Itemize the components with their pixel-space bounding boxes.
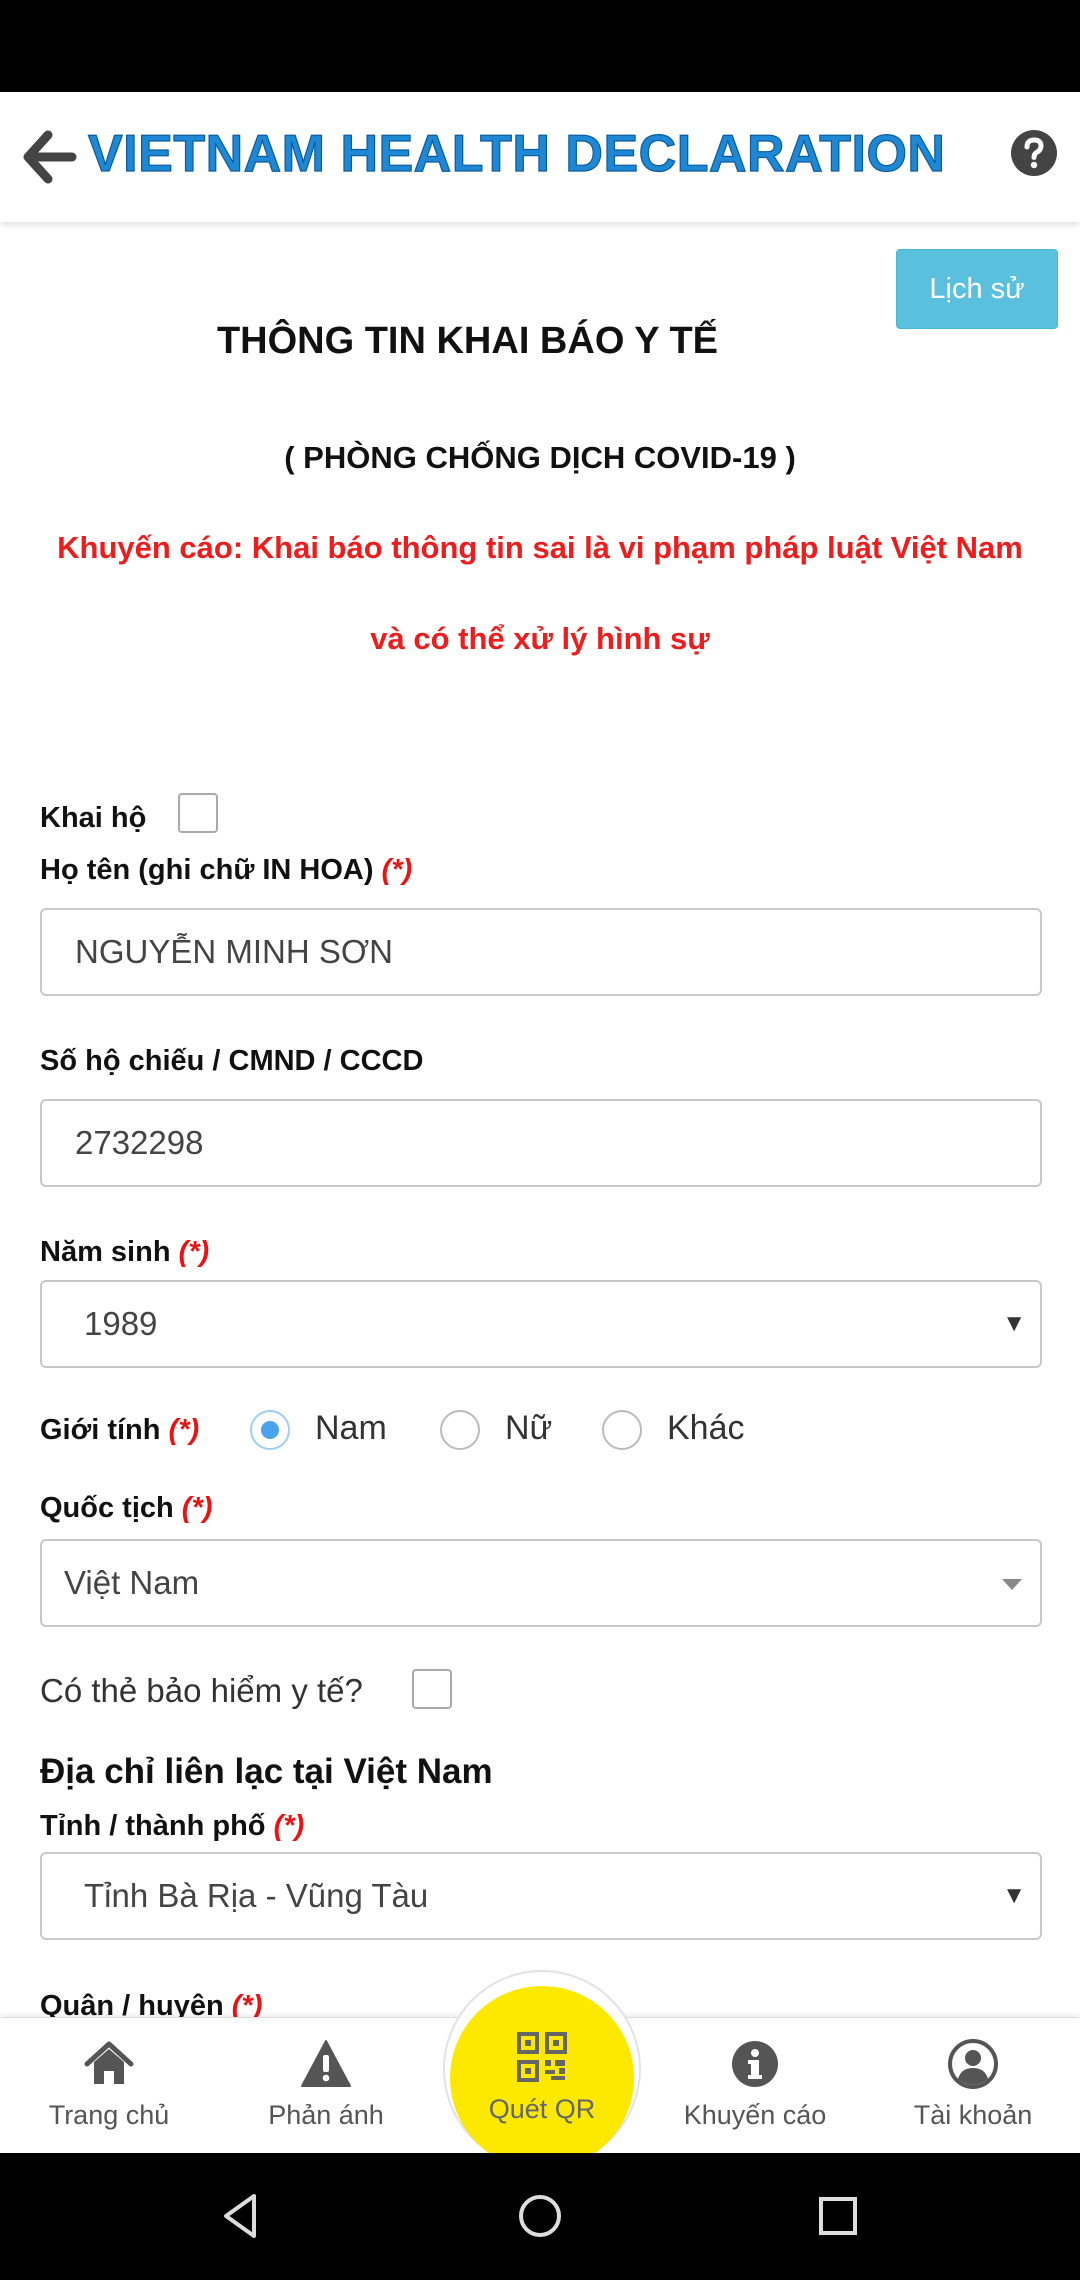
on-behalf-label: Khai hộ [40, 802, 147, 834]
system-home-icon[interactable] [512, 2188, 568, 2244]
district-label: Quận / huyện (*) [40, 1990, 262, 2017]
required-mark: (*) [273, 1810, 305, 1842]
gender-radio-male[interactable] [250, 1410, 290, 1450]
nationality-select[interactable]: Việt Nam [40, 1539, 1042, 1627]
full-name-input[interactable]: NGUYỄN MINH SƠN [40, 908, 1042, 996]
qr-code-icon [517, 2032, 567, 2082]
birth-year-select[interactable]: 1989 ▼ [40, 1280, 1042, 1368]
id-number-value: 2732298 [75, 1124, 204, 1161]
province-label: Tỉnh / thành phố (*) [40, 1810, 305, 1842]
gender-label: Giới tính (*) [40, 1414, 200, 1446]
back-arrow-icon[interactable] [22, 127, 78, 187]
dropdown-caret-icon: ▼ [1002, 1310, 1026, 1337]
gender-radio-group: Giới tính (*) Nam Nữ Khác [40, 1405, 1040, 1455]
gender-option-male[interactable]: Nam [315, 1409, 387, 1448]
required-mark: (*) [168, 1414, 200, 1446]
full-name-value: NGUYỄN MINH SƠN [75, 933, 393, 970]
form-title: THÔNG TIN KHAI BÁO Y TẾ [216, 320, 719, 362]
app-title: VIETNAM HEALTH DECLARATION [87, 124, 946, 183]
insurance-label: Có thẻ bảo hiểm y tế? [40, 1672, 363, 1709]
required-mark: (*) [231, 1990, 263, 2017]
nav-advice[interactable]: Khuyến cáo [655, 2018, 855, 2154]
nav-home-label: Trang chủ [48, 2100, 170, 2130]
required-mark: (*) [381, 854, 413, 886]
warning-line-2: và có thể xử lý hình sự [370, 621, 710, 656]
required-mark: (*) [181, 1492, 213, 1524]
form-content: Lịch sử THÔNG TIN KHAI BÁO Y TẾ ( PHÒNG … [0, 222, 1080, 2017]
province-value: Tỉnh Bà Rịa - Vũng Tàu [84, 1877, 429, 1914]
nationality-value: Việt Nam [64, 1564, 200, 1601]
warning-line-1: Khuyến cáo: Khai báo thông tin sai là vi… [57, 530, 1023, 565]
system-back-icon[interactable] [214, 2188, 270, 2244]
province-select[interactable]: Tỉnh Bà Rịa - Vũng Tàu ▼ [40, 1852, 1042, 1940]
system-navigation-bar [0, 2153, 1080, 2280]
birth-year-label: Năm sinh (*) [40, 1236, 210, 1268]
home-icon [84, 2041, 134, 2084]
id-number-label: Số hộ chiếu / CMND / CCCD [40, 1045, 424, 1077]
form-subtitle: ( PHÒNG CHỐNG DỊCH COVID-19 ) [284, 440, 796, 475]
id-number-input[interactable]: 2732298 [40, 1099, 1042, 1187]
nav-account-label: Tài khoản [913, 2100, 1033, 2130]
app-bar: VIETNAM HEALTH DECLARATION [0, 92, 1080, 222]
nav-home[interactable]: Trang chủ [9, 2018, 209, 2154]
account-icon [948, 2039, 998, 2089]
scan-qr-label: Quét QR [488, 2094, 596, 2124]
gender-option-female[interactable]: Nữ [505, 1409, 552, 1448]
nav-account[interactable]: Tài khoản [873, 2018, 1073, 2154]
dropdown-caret-icon: ▼ [1002, 1882, 1026, 1909]
dropdown-arrow-icon [1002, 1579, 1022, 1590]
history-button[interactable]: Lịch sử [896, 249, 1058, 329]
birth-year-value: 1989 [84, 1305, 158, 1342]
address-heading: Địa chỉ liên lạc tại Việt Nam [40, 1752, 493, 1791]
required-mark: (*) [178, 1236, 210, 1268]
nav-advice-label: Khuyến cáo [683, 2100, 827, 2130]
gender-radio-other[interactable] [602, 1410, 642, 1450]
full-name-label: Họ tên (ghi chữ IN HOA) (*) [40, 854, 413, 886]
nav-feedback[interactable]: Phản ánh [226, 2018, 426, 2154]
scan-qr-button[interactable]: Quét QR [450, 1986, 634, 2170]
warning-triangle-icon [301, 2040, 351, 2087]
info-icon [732, 2041, 778, 2087]
gender-radio-female[interactable] [440, 1410, 480, 1450]
help-icon[interactable] [1010, 129, 1058, 177]
insurance-checkbox[interactable] [412, 1669, 452, 1709]
on-behalf-checkbox[interactable] [178, 793, 218, 833]
gender-option-other[interactable]: Khác [667, 1409, 745, 1448]
system-recents-icon[interactable] [810, 2188, 866, 2244]
nationality-label: Quốc tịch (*) [40, 1492, 213, 1524]
status-bar [0, 0, 1080, 92]
nav-feedback-label: Phản ánh [268, 2100, 384, 2130]
